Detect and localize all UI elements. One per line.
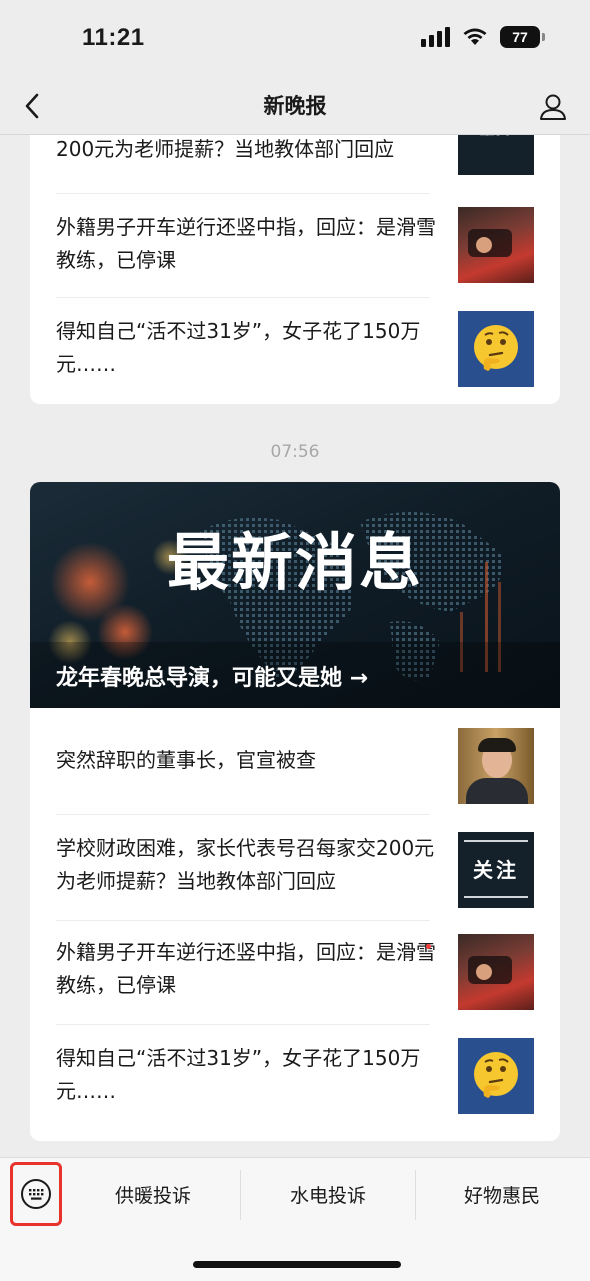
thinking-emoji-thumb <box>458 1038 534 1114</box>
article-card-previous: 200元为老师提薪？当地教体部门回应 关注 外籍男子开车逆行还竖中指，回应：是滑… <box>30 135 560 404</box>
thinking-emoji-icon <box>474 1052 518 1098</box>
bottom-menu-bar: 供暖投诉 水电投诉 好物惠民 <box>0 1157 590 1281</box>
divider <box>56 920 430 921</box>
menu-item-heating-complaint[interactable]: 供暖投诉 <box>68 1172 238 1216</box>
profile-button[interactable] <box>534 88 572 126</box>
banner-caption: 龙年春晚总导演，可能又是她 → <box>56 666 369 691</box>
status-icons: 77 <box>421 26 545 48</box>
news-title: 外籍男子开车逆行还竖中指，回应：是滑雪教练，已停课 <box>56 215 436 272</box>
battery-indicator: 77 <box>500 26 545 48</box>
article-card: 最新消息 龙年春晚总导演，可能又是她 → 突然辞职的董事长，官宣被查 学校财政困… <box>30 482 560 1141</box>
thinking-emoji-icon <box>474 325 518 371</box>
message-timestamp: 07:56 <box>270 442 320 462</box>
person-icon <box>540 94 566 120</box>
divider <box>56 297 430 298</box>
keyboard-icon <box>21 1179 51 1209</box>
status-bar: 11:21 77 <box>0 0 590 80</box>
nav-bar: 新晚报 <box>0 80 590 135</box>
news-item[interactable]: 200元为老师提薪？当地教体部门回应 关注 <box>56 135 534 185</box>
divider <box>56 1024 430 1025</box>
news-title: 外籍男子开车逆行还竖中指，回应：是滑雪教练，已停课 <box>56 940 436 997</box>
chat-feed[interactable]: 200元为老师提薪？当地教体部门回应 关注 外籍男子开车逆行还竖中指，回应：是滑… <box>0 135 590 1157</box>
follow-label: 关注 <box>473 858 519 882</box>
page-title: 新晚报 <box>263 94 327 118</box>
divider <box>56 193 430 194</box>
news-item[interactable]: 学校财政困难，家长代表号召每家交200元为老师提薪？当地教体部门回应 关注 <box>56 824 534 916</box>
menu-item-utility-complaint[interactable]: 水电投诉 <box>242 1172 414 1216</box>
news-item[interactable]: 外籍男子开车逆行还竖中指，回应：是滑雪教练，已停课 <box>56 203 534 283</box>
car-thumb <box>458 934 534 1010</box>
thinking-emoji-thumb <box>458 311 534 387</box>
follow-label: 关注 <box>478 135 514 150</box>
wifi-icon <box>463 28 487 45</box>
banner-headline: 最新消息 <box>166 526 423 599</box>
news-title: 得知自己“活不过31岁”，女子花了150万元…… <box>56 319 421 376</box>
keyboard-toggle-button[interactable] <box>10 1162 62 1226</box>
news-title: 学校财政困难，家长代表号召每家交200元为老师提薪？当地教体部门回应 <box>56 836 435 893</box>
follow-thumb: 关注 <box>458 135 534 175</box>
news-title: 200元为老师提薪？当地教体部门回应 <box>56 137 395 161</box>
status-time: 11:21 <box>82 24 145 51</box>
news-item[interactable]: 得知自己“活不过31岁”，女子花了150万元…… <box>56 1034 534 1126</box>
home-indicator[interactable] <box>193 1261 401 1268</box>
unread-dot <box>426 944 431 949</box>
menu-item-benefits[interactable]: 好物惠民 <box>416 1172 588 1216</box>
news-title: 突然辞职的董事长，官宣被查 <box>56 748 316 772</box>
menu-separator <box>240 1170 241 1220</box>
follow-thumb: 关注 <box>458 832 534 908</box>
portrait-thumb <box>458 728 534 804</box>
news-title: 得知自己“活不过31岁”，女子花了150万元…… <box>56 1046 421 1103</box>
news-item[interactable]: 突然辞职的董事长，官宣被查 <box>56 722 534 804</box>
cover-banner[interactable]: 最新消息 龙年春晚总导演，可能又是她 → <box>30 482 560 708</box>
news-item[interactable]: 得知自己“活不过31岁”，女子花了150万元…… <box>56 307 534 387</box>
news-item[interactable]: 外籍男子开车逆行还竖中指，回应：是滑雪教练，已停课 <box>56 928 534 1020</box>
cellular-signal-icon <box>421 27 450 47</box>
car-thumb <box>458 207 534 283</box>
divider <box>56 814 430 815</box>
